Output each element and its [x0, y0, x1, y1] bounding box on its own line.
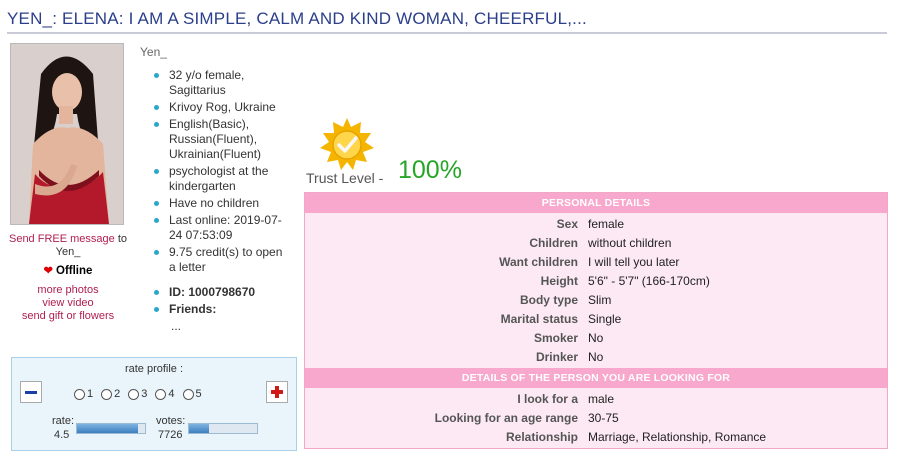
rating-option-2[interactable]: 2 — [101, 388, 120, 400]
online-status: ❤ Offline — [4, 265, 132, 278]
detail-key: Children — [529, 236, 578, 250]
trust-level-value: 100% — [398, 156, 462, 184]
trust-level-label: Trust Level - — [306, 170, 384, 186]
plus-icon[interactable] — [266, 381, 288, 403]
friends-label: Friends: — [169, 302, 217, 316]
detail-row: Want children I will tell you later — [305, 253, 887, 272]
send-free-message-link[interactable]: Send FREE message — [9, 233, 115, 245]
fact-last-online: Last online: 2019-07-24 07:53:09 — [153, 213, 291, 243]
detail-row: Looking for an age range 30-75 — [305, 409, 887, 428]
detail-key: Relationship — [505, 430, 578, 444]
rating-option-label: 2 — [114, 388, 121, 400]
detail-key: Smoker — [533, 331, 578, 345]
friends: Friends: — [153, 302, 291, 317]
votes-label: votes: — [156, 415, 186, 427]
radio-circle[interactable] — [128, 388, 140, 400]
fact-occupation: psychologist at the kindergarten — [153, 164, 291, 194]
rate-profile-panel: rate profile : 1 2 3 4 5 rate: 4.5 votes… — [11, 357, 297, 451]
rating-option-5[interactable]: 5 — [182, 388, 202, 400]
votes-bar-empty — [209, 424, 257, 433]
radio-circle[interactable] — [101, 388, 113, 400]
detail-key: Sex — [556, 217, 578, 231]
detail-value: 5'6" - 5'7" (166-170cm) — [588, 274, 710, 288]
rating-option-label: 4 — [168, 388, 175, 400]
looking-for-header: DETAILS OF THE PERSON YOU ARE LOOKING FO… — [305, 368, 887, 388]
detail-value: male — [588, 392, 615, 406]
rate-label: rate: — [52, 415, 75, 427]
detail-value: Slim — [588, 293, 612, 307]
detail-row: Body type Slim — [305, 291, 887, 310]
detail-value: I will tell you later — [588, 255, 680, 269]
more-photos-link[interactable]: more photos — [37, 284, 98, 296]
rating-option-4[interactable]: 4 — [155, 388, 175, 400]
fact-age-sign: 32 y/o female, Sagittarius — [153, 68, 291, 98]
detail-row: Smoker No — [305, 329, 887, 348]
profile-photo[interactable] — [10, 43, 124, 225]
radio-circle[interactable] — [155, 388, 167, 400]
detail-value: without children — [588, 236, 672, 250]
friends-more[interactable]: ... — [153, 319, 291, 334]
profile-facts: 32 y/o female, Sagittarius Krivoy Rog, U… — [153, 68, 291, 336]
detail-key: Marital status — [500, 312, 578, 326]
send-message-line: Send FREE message to Yen_ — [4, 233, 132, 259]
fact-credits: 9.75 credit(s) to open a letter — [153, 245, 291, 275]
profile-username: Yen_ — [140, 45, 167, 59]
media-links: more photos view video send gift or flow… — [4, 284, 132, 323]
detail-row: I look for a male — [305, 390, 887, 409]
votes-bar — [188, 423, 258, 434]
rating-options: 1 2 3 4 5 — [74, 388, 202, 400]
fact-location: Krivoy Rog, Ukraine — [153, 100, 291, 115]
detail-value: female — [588, 217, 625, 231]
detail-row: Children without children — [305, 234, 887, 253]
detail-key: Want children — [499, 255, 578, 269]
rating-option-1[interactable]: 1 — [74, 388, 93, 400]
fact-children: Have no children — [153, 196, 291, 211]
looking-for-rows: I look for a male Looking for an age rang… — [305, 388, 887, 448]
rating-option-label: 5 — [195, 388, 202, 400]
send-gift-link[interactable]: send gift or flowers — [22, 310, 114, 322]
rate-bar-empty — [138, 424, 145, 433]
detail-key: Height — [540, 274, 578, 288]
friends-more-text[interactable]: ... — [169, 319, 181, 333]
personal-details-rows: Sex female Children without children Want … — [305, 213, 887, 368]
fact-languages: English(Basic), Russian(Fluent), Ukraini… — [153, 117, 291, 162]
detail-key: Looking for an age range — [434, 411, 578, 425]
rating-option-label: 1 — [87, 388, 94, 400]
detail-row: Marital status Single — [305, 310, 887, 329]
detail-key: Drinker — [535, 350, 578, 364]
votes-value: 7726 — [158, 429, 183, 441]
send-to-text: to — [117, 233, 128, 245]
details-panel: PERSONAL DETAILS Sex female Children witho… — [304, 192, 888, 449]
detail-key: Body type — [519, 293, 578, 307]
detail-row: Sex female — [305, 215, 887, 234]
view-video-link[interactable]: view video — [42, 297, 93, 309]
rate-value: 4.5 — [54, 429, 70, 441]
radio-circle[interactable] — [74, 388, 85, 400]
radio-circle[interactable] — [182, 388, 194, 400]
detail-value: 30-75 — [588, 411, 619, 425]
online-status-text: Offline — [56, 265, 93, 277]
detail-key: I look for a — [517, 392, 578, 406]
profile-id-text: ID: 1000798670 — [169, 285, 256, 299]
detail-value: No — [588, 331, 604, 345]
detail-row: Relationship Marriage, Relationship, Roma… — [305, 428, 887, 447]
detail-value: No — [588, 350, 604, 364]
detail-row: Drinker No — [305, 348, 887, 367]
detail-value: Marriage, Relationship, Romance — [588, 430, 767, 444]
heart-icon: ❤ — [43, 265, 53, 277]
detail-value: Single — [588, 312, 622, 326]
rating-option-label: 3 — [141, 388, 148, 400]
title-divider — [7, 32, 887, 34]
trust-medal-icon — [318, 116, 376, 177]
left-actions: Send FREE message to Yen_ ❤ Offline more… — [4, 233, 132, 323]
rate-profile-title: rate profile : — [124, 363, 184, 375]
rating-option-3[interactable]: 3 — [128, 388, 147, 400]
send-to-name: Yen_ — [55, 246, 81, 258]
minus-icon[interactable] — [20, 381, 42, 403]
profile-id: ID: 1000798670 — [153, 285, 291, 300]
rate-bar — [76, 423, 146, 434]
page-title: YEN_: ELENA: I AM A SIMPLE, CALM AND KIN… — [7, 9, 587, 28]
personal-details-header: PERSONAL DETAILS — [305, 193, 887, 213]
detail-row: Height 5'6" - 5'7" (166-170cm) — [305, 272, 887, 291]
